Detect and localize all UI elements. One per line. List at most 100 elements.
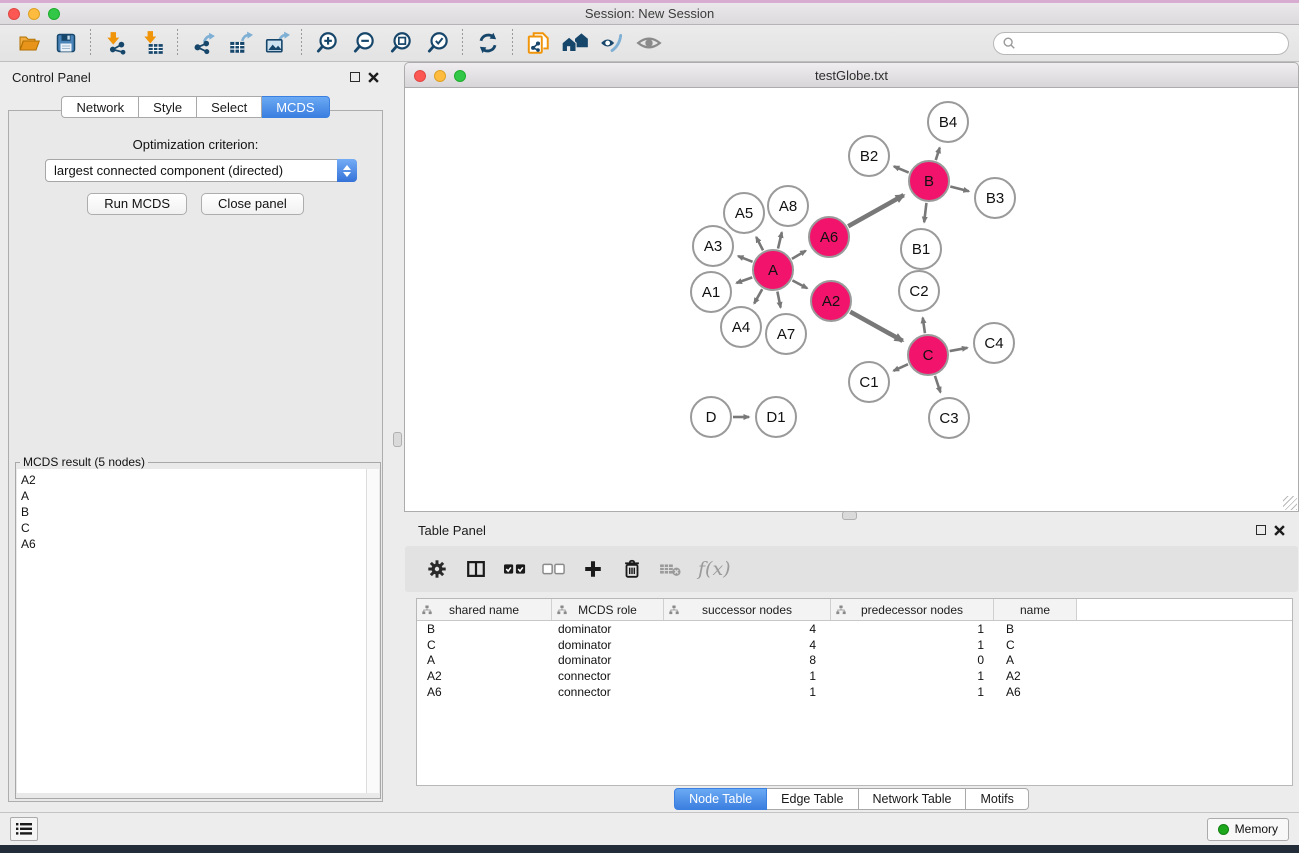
network-zoom-button[interactable] [454,70,466,82]
export-table-icon[interactable] [221,28,258,58]
hide-view-icon[interactable] [593,28,630,58]
run-mcds-button[interactable]: Run MCDS [87,193,187,215]
tab-edge-table[interactable]: Edge Table [767,788,858,810]
vertical-splitter-grip[interactable] [393,432,402,447]
network-window-titlebar[interactable]: testGlobe.txt [404,62,1299,88]
column-header-MCDS-role[interactable]: MCDS role [552,599,664,620]
graph-node-C3[interactable]: C3 [929,398,969,438]
result-list-scrollbar[interactable] [366,469,379,793]
window-resize-grip[interactable] [1283,496,1297,510]
mcds-result-item[interactable]: A [21,488,366,504]
tab-network[interactable]: Network [61,96,139,118]
table-row[interactable]: Cdominator41C [417,637,1292,653]
column-header-predecessor-nodes[interactable]: predecessor nodes [831,599,994,620]
column-header-shared-name[interactable]: shared name [417,599,552,620]
graph-edge-C-C3[interactable] [935,376,941,393]
float-panel-icon[interactable] [350,72,360,82]
deselect-all-icon[interactable] [542,557,566,581]
graph-node-D[interactable]: D [691,397,731,437]
tab-motifs[interactable]: Motifs [966,788,1028,810]
graph-edge-A2-C[interactable] [850,312,902,341]
search-box[interactable] [993,32,1289,55]
minimize-window-button[interactable] [28,8,40,20]
graph-node-A3[interactable]: A3 [693,226,733,266]
close-panel-button[interactable]: Close panel [201,193,304,215]
graph-node-A[interactable]: A [753,250,793,290]
graph-node-C2[interactable]: C2 [899,271,939,311]
table-settings-gear-icon[interactable] [425,557,449,581]
column-header-name[interactable]: name [994,599,1077,620]
graph-edge-A-A6[interactable] [792,251,806,259]
graph-edge-B-B2[interactable] [894,166,909,172]
mcds-result-item[interactable]: B [21,504,366,520]
tab-select[interactable]: Select [197,96,262,118]
search-input[interactable] [1016,36,1280,50]
table-row[interactable]: A6connector11A6 [417,684,1292,700]
table-row[interactable]: Bdominator41B [417,621,1292,637]
table-row[interactable]: Adominator80A [417,652,1292,668]
save-session-icon[interactable] [47,28,84,58]
mcds-result-list[interactable]: A2ABCA6 [17,469,379,793]
import-table-icon[interactable] [134,28,171,58]
zoom-selected-icon[interactable] [419,28,456,58]
graph-edge-C-C1[interactable] [894,364,908,371]
mcds-result-item[interactable]: A2 [21,472,366,488]
show-view-icon[interactable] [630,28,667,58]
graph-edge-A-A8[interactable] [778,232,782,248]
column-header-successor-nodes[interactable]: successor nodes [664,599,831,620]
add-column-icon[interactable] [581,557,605,581]
graph-node-A5[interactable]: A5 [724,193,764,233]
criterion-dropdown[interactable]: largest connected component (directed) [45,159,357,182]
task-history-list-icon[interactable] [10,817,38,841]
copy-network-icon[interactable] [519,28,556,58]
network-canvas[interactable]: B4B2BB3A5A8A6A3B1AA1C2A2A4A7C4CC1C3DD1 [404,88,1299,512]
graph-node-A7[interactable]: A7 [766,314,806,354]
graph-edge-B-B1[interactable] [924,203,926,222]
close-table-panel-icon[interactable] [1274,525,1285,536]
float-table-panel-icon[interactable] [1256,525,1266,535]
refresh-icon[interactable] [469,28,506,58]
export-image-icon[interactable] [258,28,295,58]
graph-edge-A-A2[interactable] [792,280,807,288]
zoom-out-icon[interactable] [345,28,382,58]
select-all-icon[interactable] [503,557,527,581]
horizontal-splitter-grip[interactable] [842,511,857,520]
show-columns-icon[interactable] [464,557,488,581]
close-window-button[interactable] [8,8,20,20]
graph-edge-B-B4[interactable] [936,148,940,160]
graph-node-A8[interactable]: A8 [768,186,808,226]
graph-node-B4[interactable]: B4 [928,102,968,142]
table-row[interactable]: A2connector11A2 [417,668,1292,684]
mcds-result-item[interactable]: C [21,520,366,536]
tab-style[interactable]: Style [139,96,197,118]
zoom-in-icon[interactable] [308,28,345,58]
graph-edge-A-A3[interactable] [738,256,753,262]
open-file-icon[interactable] [10,28,47,58]
mcds-result-item[interactable]: A6 [21,536,366,552]
graph-node-B[interactable]: B [909,161,949,201]
tab-node-table[interactable]: Node Table [674,788,767,810]
graph-node-A6[interactable]: A6 [809,217,849,257]
graph-node-A1[interactable]: A1 [691,272,731,312]
graph-node-B1[interactable]: B1 [901,229,941,269]
graph-edge-B-B3[interactable] [950,186,969,191]
network-minimize-button[interactable] [434,70,446,82]
graph-node-D1[interactable]: D1 [756,397,796,437]
zoom-window-button[interactable] [48,8,60,20]
zoom-fit-icon[interactable] [382,28,419,58]
graph-edge-A-A1[interactable] [736,277,752,283]
tab-mcds[interactable]: MCDS [262,96,329,118]
graph-node-A2[interactable]: A2 [811,281,851,321]
import-network-icon[interactable] [97,28,134,58]
graph-node-B3[interactable]: B3 [975,178,1015,218]
delete-column-trash-icon[interactable] [620,557,644,581]
graph-edge-A-A5[interactable] [756,237,763,250]
graph-node-C1[interactable]: C1 [849,362,889,402]
graph-edge-C-C2[interactable] [923,318,925,333]
home-view-icon[interactable] [556,28,593,58]
graph-edge-C-C4[interactable] [950,348,968,351]
network-close-button[interactable] [414,70,426,82]
export-network-icon[interactable] [184,28,221,58]
tab-network-table[interactable]: Network Table [859,788,967,810]
graph-edge-A-A7[interactable] [777,292,780,308]
